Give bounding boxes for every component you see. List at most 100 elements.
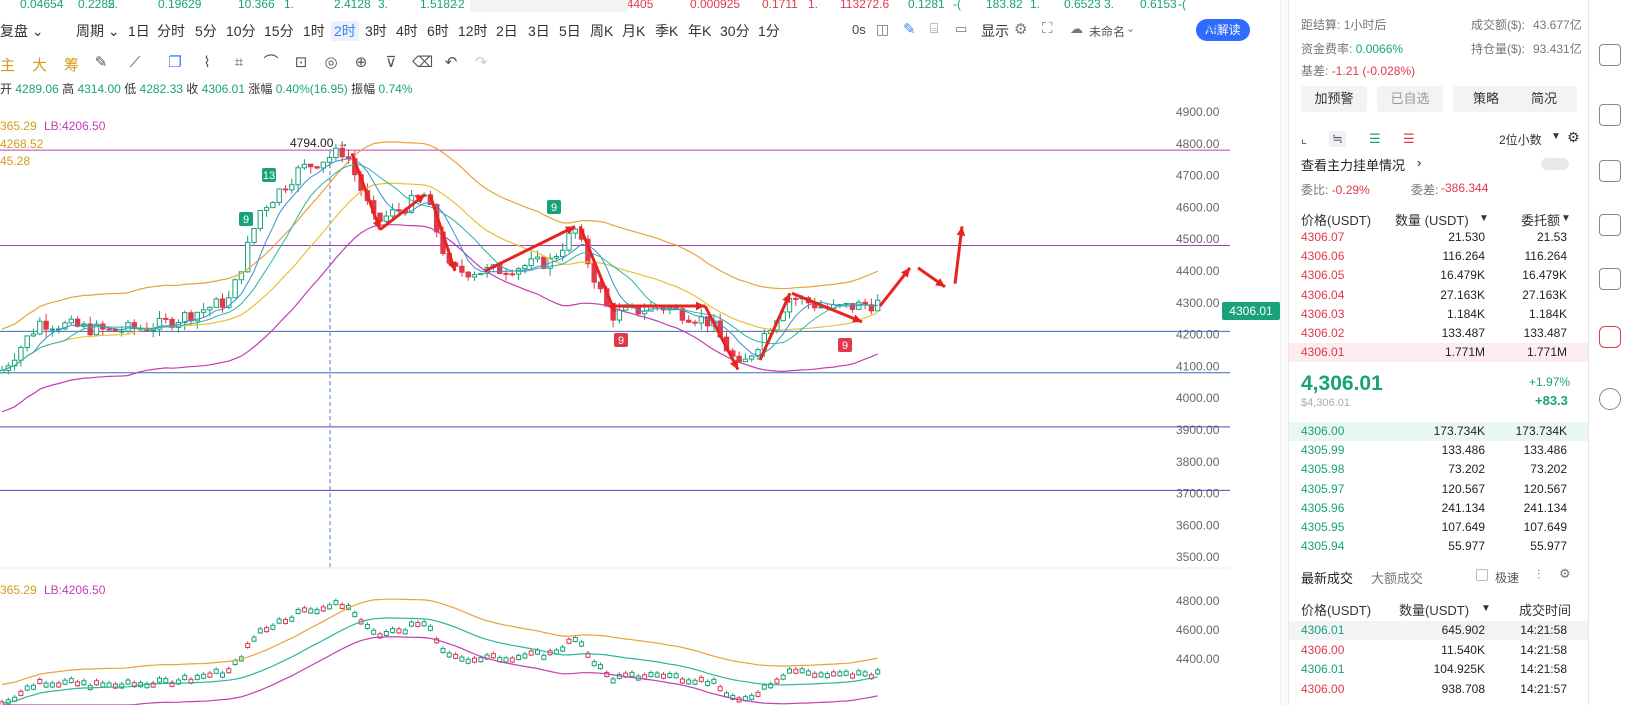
ticker-item[interactable]: 0.6153 [1140,0,1177,10]
timeframe-13[interactable]: 2日 [496,21,518,41]
draw-icon[interactable]: ⟋ [126,54,144,72]
timeframe-18[interactable]: 季K [655,21,678,41]
order-row[interactable]: 4306.07 21.530 21.53 [1289,228,1589,247]
settings-icon[interactable]: ⚙ [1567,129,1580,146]
tab-large-trades[interactable]: 大额成交 [1371,568,1423,587]
caret-down-icon[interactable]: ▼ [1551,131,1561,142]
timeframe-12[interactable]: 12时 [458,21,488,41]
eye-icon[interactable]: ◎ [322,54,340,72]
ob-view-bids-icon[interactable]: ☰ [1369,131,1381,147]
share-icon[interactable]: ⋈ [1206,20,1220,37]
timeframe-16[interactable]: 周K [590,21,613,41]
measure-icon[interactable]: ⌗ [230,54,248,72]
timeframe-10[interactable]: 4时 [396,21,418,41]
timeframe-17[interactable]: 月K [622,21,645,41]
trade-header-qty[interactable]: 数量(USDT) [1399,600,1469,619]
decimals-select[interactable]: 2位小数 [1499,131,1542,148]
timeframe-9[interactable]: 3时 [365,21,387,41]
fast-checkbox[interactable] [1476,569,1488,581]
ob-amount-caret-icon[interactable]: ▼ [1561,213,1571,224]
line-tool-icon[interactable]: ⌒ [262,54,280,72]
filter-icon[interactable]: ⫶ [1537,567,1540,583]
main-indicator-tab[interactable]: 主 [0,54,15,75]
camera-icon[interactable]: ◫ [876,21,889,38]
timeframe-8[interactable]: 2时 [331,21,359,41]
ob-header-amount[interactable]: 委托额 [1521,210,1560,229]
timeframe-5[interactable]: 10分 [226,21,256,41]
ticker-item[interactable]: 0.000925 [690,0,740,10]
ticker-item[interactable]: 0.19629 [158,0,201,10]
ticker-item[interactable]: -( [953,0,961,10]
timeframe-7[interactable]: 1时 [303,21,325,41]
order-row[interactable]: 4305.97 120.567 120.567 [1289,480,1589,499]
copy-icon[interactable]: ❐ [166,54,184,72]
timeframe-6[interactable]: 15分 [264,21,294,41]
analysis-icon[interactable] [1599,214,1621,236]
chart-icon[interactable] [1599,160,1621,182]
timeframe-21[interactable]: 1分 [758,21,780,41]
filter-icon[interactable]: ⊽ [382,54,400,72]
ticker-item[interactable]: 113272.6 [840,0,889,10]
price-chart[interactable]: 4900.00 4800.00 4700.00 4600.00 4500.00 4400.… [0,100,1280,705]
pen-icon[interactable]: ✎ [903,20,916,38]
timeframe-20[interactable]: 30分 [720,21,750,41]
timeframe-1[interactable]: 周期 ⌄ [76,21,120,41]
large-indicator-tab[interactable]: 大 [32,54,47,75]
ticker-item[interactable]: 1. [1030,0,1040,10]
document-icon[interactable] [1599,44,1621,66]
order-row[interactable]: 4305.98 73.202 73.202 [1289,460,1589,479]
order-row[interactable]: 4305.99 133.486 133.486 [1289,441,1589,460]
trade-qty-caret-icon[interactable]: ▼ [1481,603,1491,614]
order-row[interactable]: 4306.03 1.184K 1.184K [1289,305,1589,324]
ticker-item[interactable]: 1. [284,0,294,10]
chip-indicator-tab[interactable]: 筹 [64,54,79,75]
chevron-down-icon[interactable]: ⌄ [1126,22,1135,35]
order-row[interactable]: 4306.00 173.734K 173.734K [1289,422,1589,441]
template-icon[interactable]: ▭ [955,21,967,37]
robot-icon[interactable] [1599,326,1621,348]
layout-icon[interactable]: ⌸ [930,20,938,37]
ob-qty-caret-icon[interactable]: ▼ [1479,213,1489,224]
ticker-item[interactable]: -( [1178,0,1186,10]
ticker-item[interactable]: 183.82 [986,0,1023,10]
ai-interpret-button[interactable]: AI解读 [1196,19,1250,41]
cloud-icon[interactable]: ☁ [1070,21,1083,37]
ticker-item[interactable]: 5. [108,0,118,10]
ticker-item[interactable]: 0.04654 [20,0,63,10]
timeframe-19[interactable]: 年K [688,21,711,41]
swap-icon[interactable] [1599,388,1621,410]
order-row[interactable]: 4306.06 116.264 116.264 [1289,247,1589,266]
order-row[interactable]: 4305.96 241.134 241.134 [1289,499,1589,518]
ticker-item[interactable]: 10.366 [238,0,275,10]
main-order-toggle[interactable] [1541,158,1569,170]
order-row[interactable]: 4306.05 16.479K 16.479K [1289,266,1589,285]
ticker-item[interactable]: -2 [454,0,465,10]
timeframe-2[interactable]: 1日 [128,21,150,41]
order-row[interactable]: 4306.01 1.771M 1.771M [1289,343,1589,363]
gear-icon[interactable]: ⚙ [1014,20,1027,38]
ticker-item[interactable]: 1.5182 [420,0,457,10]
alert-button[interactable]: 加预警 [1301,86,1367,112]
timeframe-0[interactable]: 复盘 ⌄ [0,21,44,41]
timeframe-4[interactable]: 5分 [195,21,217,41]
undo-icon[interactable]: ↶ [442,54,460,72]
ob-view-split-icon[interactable]: ≒ [1329,131,1346,147]
lock-icon[interactable]: ⊡ [292,54,310,72]
order-row[interactable]: 4305.94 55.977 55.977 [1289,537,1589,556]
ticker-item[interactable]: 0.1281 [908,0,945,10]
ticker-item[interactable]: 0.6523 [1064,0,1101,10]
trades-settings-icon[interactable]: ⚙ [1559,566,1571,582]
overview-button[interactable]: 简况 [1511,86,1577,112]
tab-latest-trades[interactable]: 最新成交 [1301,568,1353,587]
order-row[interactable]: 4306.02 133.487 133.487 [1289,324,1589,343]
ob-header-qty[interactable]: 数量 (USDT) [1395,210,1469,229]
strategy-button[interactable]: 策略 [1453,86,1519,112]
dollar-icon[interactable] [1599,104,1621,126]
magnet-icon[interactable]: ⊕ [352,54,370,72]
timeframe-3[interactable]: 分时 [157,21,185,41]
ticker-item[interactable]: 3. [1104,0,1114,10]
timeframe-15[interactable]: 5日 [559,21,581,41]
ticker-item[interactable]: 3. [378,0,388,10]
redo-icon[interactable]: ↷ [472,54,490,72]
order-row[interactable]: 4305.95 107.649 107.649 [1289,518,1589,537]
